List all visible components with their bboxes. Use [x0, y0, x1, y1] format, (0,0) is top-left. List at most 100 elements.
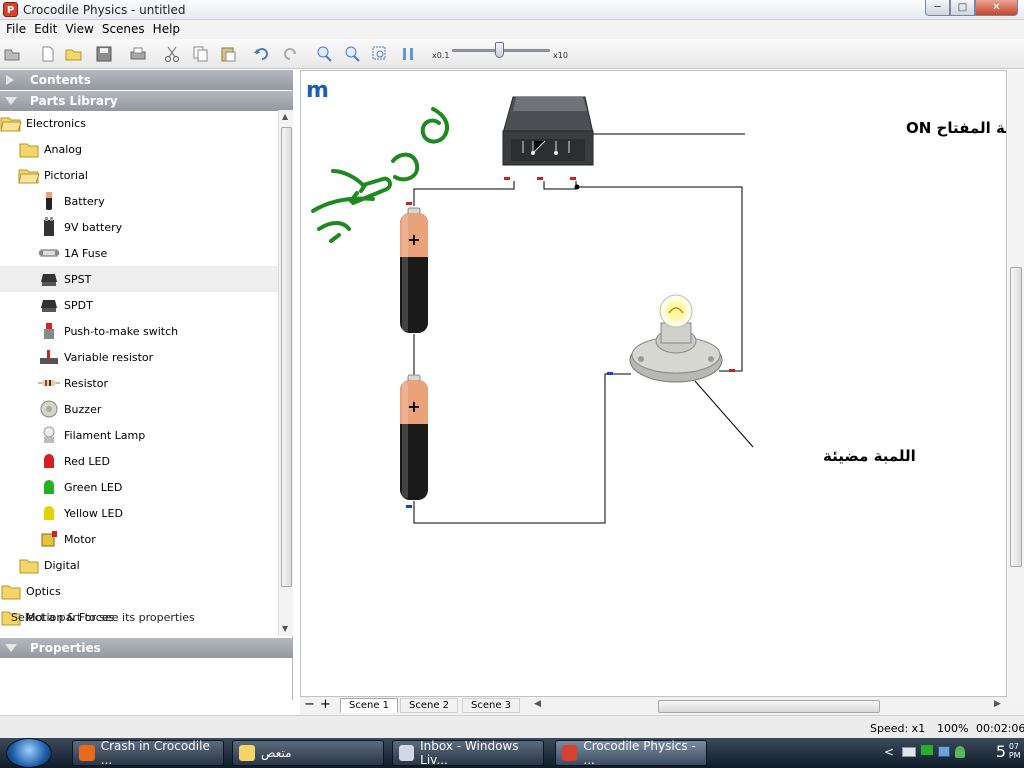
- tree-item-red-led[interactable]: Red LED: [0, 448, 278, 474]
- zoom-out-icon[interactable]: [342, 45, 362, 63]
- menu-edit[interactable]: Edit: [30, 20, 61, 39]
- messenger-icon[interactable]: [955, 746, 965, 758]
- properties-header[interactable]: Properties: [0, 638, 293, 658]
- battery-cell[interactable]: +: [400, 374, 428, 500]
- tree-item-battery[interactable]: Battery: [0, 188, 278, 214]
- tree-item-1a-fuse[interactable]: 1A Fuse: [0, 240, 278, 266]
- circuit-wires: [413, 133, 754, 524]
- tree-item-green-led[interactable]: Green LED: [0, 474, 278, 500]
- start-button[interactable]: [6, 738, 52, 768]
- taskbar-button[interactable]: Crash in Crocodile ...: [72, 739, 224, 767]
- menu-view[interactable]: View: [61, 20, 97, 39]
- tree-item-digital[interactable]: Digital: [0, 552, 278, 578]
- pause-icon[interactable]: [398, 45, 418, 63]
- green-led-icon: [38, 476, 60, 498]
- battery-icon: [38, 190, 60, 212]
- tree-item-electronics[interactable]: Electronics: [0, 110, 278, 136]
- filament-lamp[interactable]: [629, 294, 723, 383]
- taskbar-button-label: Crocodile Physics - ...: [583, 739, 696, 767]
- crocodile-app-icon: P: [3, 2, 18, 17]
- speed-min-label: x0.1: [432, 51, 450, 60]
- tab-scene-3[interactable]: Scene 3: [462, 698, 521, 713]
- push-switch-icon: [38, 320, 60, 342]
- status-bar: Speed: x1 100% 00:02:06: [0, 715, 1024, 738]
- mail-icon: [399, 745, 415, 761]
- save-icon[interactable]: [94, 45, 114, 63]
- menu-file[interactable]: File: [2, 20, 30, 39]
- taskbar-button[interactable]: متعص: [232, 740, 384, 766]
- lamp-caption: اللمبة مضيئة: [823, 447, 916, 465]
- crocodile-app-icon: [562, 745, 578, 761]
- network-icon[interactable]: [938, 746, 950, 757]
- canvas-scrollbar[interactable]: [1008, 70, 1024, 697]
- system-tray: < 5 07 PM: [876, 738, 1024, 768]
- scroll-left-icon[interactable]: ◀: [534, 699, 541, 709]
- tree-item-analog[interactable]: Analog: [0, 136, 278, 162]
- zoom-in-icon[interactable]: [314, 45, 334, 63]
- tree-item-push-to-make-switch[interactable]: Push-to-make switch: [0, 318, 278, 344]
- taskbar-button-label: Crash in Crocodile ...: [100, 739, 210, 767]
- tree-item-spdt[interactable]: SPDT: [0, 292, 278, 318]
- speed-status: Speed: x1: [870, 722, 926, 735]
- menu-scenes[interactable]: Scenes: [98, 20, 149, 39]
- tree-item-motor[interactable]: Motor: [0, 526, 278, 552]
- tree-item-spst[interactable]: SPST: [0, 266, 278, 292]
- tree-item-filament-lamp[interactable]: Filament Lamp: [0, 422, 278, 448]
- print-icon[interactable]: [128, 45, 148, 63]
- undo-icon[interactable]: [252, 45, 272, 63]
- wire-junction: [574, 184, 580, 190]
- zoom-fit-icon[interactable]: [370, 45, 390, 63]
- parts-library-label: Parts Library: [30, 94, 118, 108]
- parts-scrollbar[interactable]: ▲ ▼: [278, 110, 293, 636]
- buzzer-icon: [38, 398, 60, 420]
- flag-icon[interactable]: [921, 745, 933, 755]
- canvas-scroll-thumb[interactable]: [1010, 267, 1022, 567]
- tree-item-variable-resistor[interactable]: Variable resistor: [0, 344, 278, 370]
- spst-switch[interactable]: [502, 96, 594, 166]
- add-scene-button[interactable]: +: [320, 697, 331, 712]
- red-led-icon: [38, 450, 60, 472]
- battery-cell[interactable]: +: [400, 207, 428, 333]
- tree-item-9v-battery[interactable]: 9V battery: [0, 214, 278, 240]
- title-bar: P Crocodile Physics - untitled ─ □ ✕: [0, 0, 1024, 20]
- circuit-canvas[interactable]: m + + ة المفتاح ON اللمبة مضيئة: [300, 70, 1007, 697]
- contents-header[interactable]: Contents: [0, 70, 293, 90]
- scroll-right-icon[interactable]: ▶: [994, 699, 1001, 709]
- scroll-up-icon[interactable]: ▲: [282, 112, 288, 121]
- cut-icon[interactable]: [162, 45, 182, 63]
- minimize-button[interactable]: ─: [925, 0, 950, 16]
- scroll-down-icon[interactable]: ▼: [282, 624, 288, 633]
- keyboard-icon[interactable]: [902, 747, 916, 757]
- tab-scene-1[interactable]: Scene 1: [340, 698, 399, 713]
- clock[interactable]: 5 07 PM: [996, 742, 1021, 761]
- canvas-hscroll-thumb[interactable]: [658, 700, 880, 713]
- parts-tree: Electronics Analog Pictorial Battery 9V batt…: [0, 110, 278, 636]
- menu-help[interactable]: Help: [149, 20, 184, 39]
- tree-item-buzzer[interactable]: Buzzer: [0, 396, 278, 422]
- tree-item-label: SPDT: [64, 298, 93, 312]
- open-folder-icon[interactable]: [64, 45, 84, 63]
- paste-icon[interactable]: [218, 45, 238, 63]
- window-title: Crocodile Physics - untitled: [23, 3, 186, 17]
- new-file-icon[interactable]: [38, 45, 58, 63]
- maximize-button[interactable]: □: [950, 0, 975, 16]
- redo-icon[interactable]: [280, 45, 300, 63]
- tab-scene-2[interactable]: Scene 2: [400, 698, 459, 713]
- taskbar-button[interactable]: Inbox - Windows Liv...: [392, 739, 544, 767]
- tree-item-resistor[interactable]: Resistor: [0, 370, 278, 396]
- copy-icon[interactable]: [190, 45, 210, 63]
- tree-item-optics[interactable]: Optics: [0, 578, 278, 604]
- parts-library-header[interactable]: Parts Library: [0, 91, 293, 111]
- parts-scroll-thumb[interactable]: [281, 127, 292, 587]
- speed-slider-thumb[interactable]: [495, 42, 504, 58]
- tree-item-pictorial[interactable]: Pictorial: [0, 162, 278, 188]
- close-button[interactable]: ✕: [975, 0, 1018, 16]
- tree-item-yellow-led[interactable]: Yellow LED: [0, 500, 278, 526]
- contents-label: Contents: [30, 73, 91, 87]
- remove-scene-button[interactable]: −: [304, 697, 315, 712]
- tray-expand-icon[interactable]: <: [884, 745, 894, 759]
- tree-item-label: SPST: [64, 272, 92, 286]
- tree-item-label: Battery: [64, 194, 105, 208]
- taskbar-button[interactable]: Crocodile Physics - ...: [555, 739, 707, 767]
- contents-toggle-icon[interactable]: [2, 45, 22, 63]
